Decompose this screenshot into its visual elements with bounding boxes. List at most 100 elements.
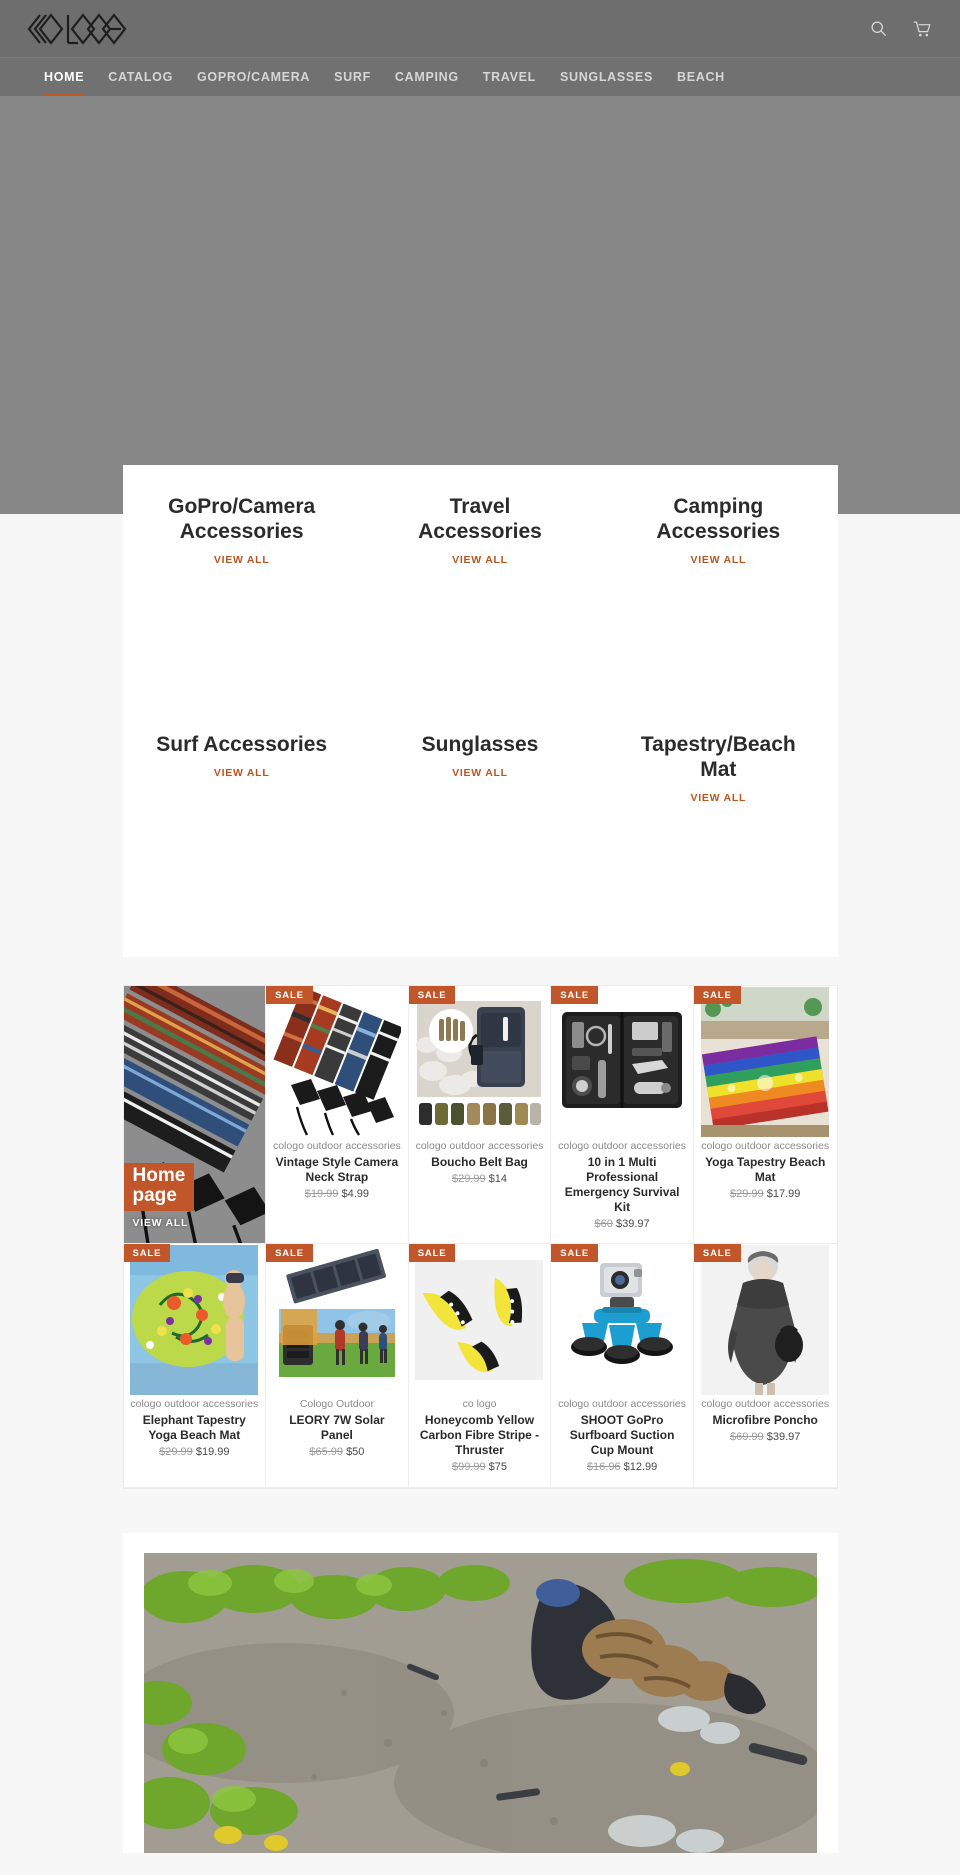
- product-vendor: cologo outdoor accessories: [415, 1140, 544, 1152]
- product-price-original: $29.99: [730, 1187, 764, 1200]
- belt-bag-image: [415, 987, 544, 1137]
- product-vendor: cologo outdoor accessories: [558, 1140, 686, 1152]
- beach-cleanup-photo: [143, 1552, 817, 1853]
- category-title: Surf Accessories: [156, 733, 328, 756]
- promo-title-line1: Home: [132, 1164, 186, 1186]
- nav-item-beach[interactable]: BEACH: [665, 58, 737, 96]
- cologo-logo[interactable]: [26, 12, 129, 46]
- promo-title: Home page: [123, 1162, 195, 1212]
- product-card[interactable]: SALE: [408, 1244, 552, 1488]
- product-image: [130, 1244, 260, 1396]
- feature-image-block: [122, 1532, 838, 1853]
- product-title: 10 in 1 Multi Professional Emergency Sur…: [564, 1154, 680, 1214]
- product-title: LEORY 7W Solar Panel: [289, 1413, 385, 1443]
- product-card[interactable]: SALE: [123, 1244, 267, 1488]
- promo-view-all-link[interactable]: VIEW ALL: [124, 1211, 189, 1229]
- product-price: $65.99 $50: [309, 1445, 364, 1459]
- product-image: [700, 1244, 831, 1396]
- product-card[interactable]: SALE: [693, 986, 837, 1245]
- product-price-sale: $39.97: [766, 1431, 801, 1444]
- sale-badge: SALE: [693, 1244, 741, 1263]
- product-title: Microfibre Poncho: [712, 1413, 818, 1428]
- nav-item-home[interactable]: HOME: [26, 58, 96, 96]
- product-vendor: cologo outdoor accessories: [130, 1398, 259, 1411]
- category-view-all-link[interactable]: VIEW ALL: [214, 554, 270, 566]
- category-view-all-link[interactable]: VIEW ALL: [452, 767, 508, 779]
- elephant-tapestry-image: [130, 1245, 259, 1396]
- product-price-original: $29.99: [451, 1172, 486, 1185]
- sale-badge: SALE: [266, 1244, 313, 1263]
- survival-kit-image: [558, 1002, 687, 1122]
- product-image: [272, 1244, 402, 1396]
- category-card-gopro-camera[interactable]: GoPro/Camera Accessories VIEW ALL: [123, 481, 361, 719]
- product-price-sale: $4.99: [341, 1187, 370, 1200]
- gopro-suction-cup-mount-image: [558, 1255, 687, 1386]
- product-image: [557, 1244, 687, 1396]
- category-card-camping[interactable]: Camping Accessories VIEW ALL: [599, 481, 837, 719]
- sale-badge: SALE: [551, 986, 599, 1004]
- sale-badge: SALE: [266, 986, 313, 1004]
- category-title: Camping Accessories: [656, 495, 781, 543]
- category-title: Tapestry/Beach Mat: [640, 733, 796, 781]
- category-view-all-link[interactable]: VIEW ALL: [690, 792, 746, 804]
- product-price-original: $99.99: [451, 1461, 486, 1474]
- sale-badge: SALE: [551, 1244, 599, 1263]
- product-image: [415, 986, 545, 1138]
- product-title: Yoga Tapestry Beach Mat: [705, 1154, 826, 1184]
- main-navigation: HOME CATALOG GOPRO/CAMERA SURF CAMPING T…: [0, 57, 960, 96]
- product-price-sale: $75: [488, 1461, 508, 1474]
- category-view-all-link[interactable]: VIEW ALL: [452, 554, 508, 566]
- category-grid: GoPro/Camera Accessories VIEW ALL Travel…: [123, 481, 838, 957]
- product-price: $99.99 $75: [452, 1460, 507, 1474]
- product-price: $69.99 $39.97: [730, 1430, 800, 1444]
- product-title: Boucho Belt Bag: [431, 1154, 528, 1169]
- nav-item-surf[interactable]: SURF: [322, 58, 383, 96]
- nav-item-catalog[interactable]: CATALOG: [96, 58, 185, 96]
- product-card[interactable]: SALE: [408, 986, 552, 1245]
- product-price-original: $69.99: [730, 1431, 764, 1444]
- nav-item-travel[interactable]: TRAVEL: [471, 58, 548, 96]
- product-grid: Home page VIEW ALL SALE cologo outdoor a…: [122, 985, 838, 1489]
- nav-item-sunglasses[interactable]: SUNGLASSES: [548, 58, 665, 96]
- search-button[interactable]: [868, 18, 889, 39]
- yoga-tapestry-beach-mat-image: [701, 987, 830, 1137]
- product-card[interactable]: SALE: [551, 1244, 694, 1488]
- product-price-sale: $14: [488, 1172, 508, 1185]
- product-image: [272, 986, 402, 1138]
- nav-item-gopro-camera[interactable]: GOPRO/CAMERA: [185, 58, 322, 96]
- product-price-original: $60: [594, 1218, 613, 1231]
- cart-icon: [913, 20, 931, 36]
- cologo-logo-icon: [27, 12, 127, 45]
- sale-badge: SALE: [408, 1244, 456, 1263]
- product-vendor: cologo outdoor accessories: [272, 1140, 401, 1152]
- promo-title-line2: page: [132, 1185, 177, 1207]
- promo-overlay: Home page VIEW ALL: [123, 1162, 195, 1229]
- product-vendor: Cologo Outdoor: [299, 1398, 374, 1411]
- product-price-original: $16.96: [586, 1461, 621, 1474]
- category-collection-panel: GoPro/Camera Accessories VIEW ALL Travel…: [122, 465, 838, 957]
- category-card-travel[interactable]: Travel Accessories VIEW ALL: [361, 481, 599, 719]
- category-card-tapestry-beach-mat[interactable]: Tapestry/Beach Mat VIEW ALL: [599, 719, 837, 957]
- nav-item-camping[interactable]: CAMPING: [383, 58, 471, 96]
- product-card[interactable]: SALE: [551, 986, 694, 1245]
- category-card-surf[interactable]: Surf Accessories VIEW ALL: [123, 719, 361, 957]
- cart-button[interactable]: [911, 18, 934, 40]
- category-view-all-link[interactable]: VIEW ALL: [690, 554, 746, 566]
- product-vendor: cologo outdoor accessories: [701, 1140, 830, 1152]
- category-title: Travel Accessories: [418, 495, 542, 543]
- product-card[interactable]: SALE: [266, 986, 409, 1245]
- product-card[interactable]: SALE: [266, 1244, 409, 1488]
- product-price-sale: $39.97: [615, 1218, 650, 1231]
- product-price-sale: $12.99: [623, 1461, 658, 1474]
- product-image: [700, 986, 831, 1138]
- product-price: $60 $39.97: [595, 1217, 650, 1231]
- category-view-all-link[interactable]: VIEW ALL: [214, 767, 270, 779]
- promo-card-home-page[interactable]: Home page VIEW ALL: [123, 986, 267, 1245]
- product-image: [415, 1244, 545, 1396]
- product-price-sale: $50: [346, 1446, 365, 1459]
- category-card-sunglasses[interactable]: Sunglasses VIEW ALL: [361, 719, 599, 957]
- category-title: GoPro/Camera Accessories: [168, 495, 316, 543]
- product-card[interactable]: SALE cologo outdoor accessories Microfib…: [693, 1244, 837, 1488]
- product-price-original: $29.99: [159, 1446, 193, 1459]
- product-title: Elephant Tapestry Yoga Beach Mat: [142, 1413, 246, 1443]
